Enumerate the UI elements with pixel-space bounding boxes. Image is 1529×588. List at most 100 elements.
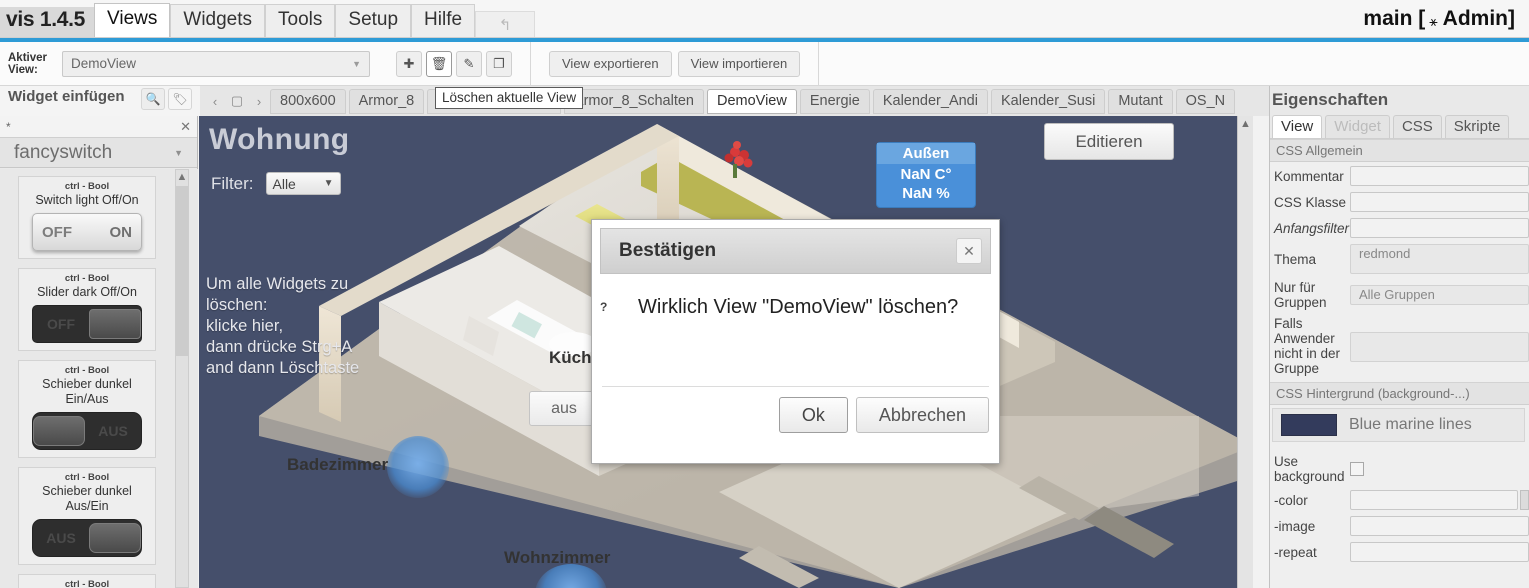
view-tab-demoview[interactable]: DemoView <box>707 88 797 114</box>
tab-view[interactable]: View <box>1272 115 1323 138</box>
user-label-suffix: ] <box>1508 7 1515 30</box>
menu-tab-hilfe[interactable]: Hilfe <box>411 4 476 37</box>
properties-title: Eigenschaften <box>1270 86 1529 113</box>
export-view-button[interactable]: View exportieren <box>549 50 672 77</box>
field-anfangsfilter: Anfangsfilter <box>1274 218 1529 238</box>
ok-button[interactable]: Ok <box>778 397 848 433</box>
field-thema: Thema redmond <box>1274 244 1529 274</box>
view-tab-energie[interactable]: Energie <box>799 88 870 114</box>
active-view-label: Aktiver View: <box>8 51 47 76</box>
section-css-hintergrund: CSS Hintergrund (background-...) <box>1270 382 1529 405</box>
view-tab-800x600[interactable]: 800x600 <box>270 88 346 114</box>
widget-panel-star: * <box>6 119 11 134</box>
field-label: Falls Anwender nicht in der Gruppe <box>1274 316 1341 376</box>
field-use-background: Use background <box>1274 454 1529 484</box>
widget-card[interactable]: ctrl - Bool Wippe dunkel Aus/Ein <box>18 574 156 588</box>
import-view-button[interactable]: View importieren <box>677 50 801 77</box>
widget-card[interactable]: ctrl - Bool Schieber dunkel Aus/Ein AUS <box>18 467 156 565</box>
filter-row: Filter: Alle ▼ <box>211 172 341 195</box>
toggle-state-label: OFF <box>47 316 75 332</box>
aus-button[interactable]: aus <box>529 391 599 426</box>
trash-icon[interactable]: ▢ <box>226 89 248 113</box>
view-tab-kalender-susi[interactable]: Kalender_Susi <box>990 88 1106 114</box>
field-bg-color: -color <box>1274 490 1529 510</box>
canvas-scrollbar[interactable]: ▲ <box>1237 116 1253 588</box>
dialog-titlebar: Bestätigen ✕ <box>600 228 991 274</box>
filter-select[interactable]: Alle ▼ <box>265 172 341 195</box>
widget-name: Schieber dunkel Ein/Aus <box>42 377 132 406</box>
add-view-button[interactable]: ✚ <box>396 50 422 77</box>
chevron-left-icon[interactable]: ‹ <box>204 89 226 113</box>
widget-name: Schieber dunkel Aus/Ein <box>42 484 132 513</box>
cancel-button[interactable]: Abbrechen <box>855 397 989 433</box>
lamp-indicator[interactable] <box>387 436 449 498</box>
field-label: Anfangsfilter <box>1274 220 1350 236</box>
background-preset-row[interactable]: Blue marine lines <box>1272 408 1525 442</box>
delete-view-button[interactable]: 🗑 <box>426 50 452 77</box>
hint-line: Um alle Widgets zu <box>206 275 349 293</box>
widget-card[interactable]: ctrl - Bool Schieber dunkel Ein/Aus AUS <box>18 360 156 458</box>
view-tab-mutant[interactable]: Mutant <box>1108 88 1173 114</box>
view-tab-os-n[interactable]: OS_N <box>1175 88 1236 114</box>
section-css-allgemein: CSS Allgemein <box>1270 139 1529 162</box>
delete-hint-text: Um alle Widgets zu löschen: klicke hier,… <box>206 274 359 379</box>
view-tab-armor8[interactable]: Armor_8 <box>348 88 425 114</box>
tag-icon[interactable]: 🏷 <box>168 88 192 110</box>
outside-weather-badge: Außen NaN C° NaN % <box>876 142 976 208</box>
widget-list-scrollbar[interactable]: ▲ <box>175 169 189 588</box>
view-title: Wohnung <box>209 123 350 156</box>
delete-view-tooltip: Löschen aktuelle View <box>435 87 584 109</box>
duplicate-view-button[interactable]: ❐ <box>486 50 512 77</box>
confirm-dialog: Bestätigen ✕ ? Wirklich View "DemoView" … <box>591 219 1000 464</box>
menu-tab-tools[interactable]: Tools <box>265 4 336 37</box>
dialog-body: ? Wirklich View "DemoView" löschen? <box>592 274 999 386</box>
widget-card[interactable]: ctrl - Bool Switch light Off/On OFF ON <box>18 176 156 259</box>
toggle-on-label: ON <box>109 223 133 241</box>
weather-temperature: NaN C° <box>900 166 952 183</box>
scrollbar-thumb[interactable] <box>176 186 188 356</box>
falls-anwender-select[interactable] <box>1350 332 1529 362</box>
rename-view-button[interactable]: ✎ <box>456 50 482 77</box>
chevron-up-icon[interactable]: ▲ <box>176 170 188 184</box>
widget-card[interactable]: ctrl - Bool Slider dark Off/On OFF <box>18 268 156 351</box>
room-label-wohnzimmer: Wohnzimmer <box>504 548 611 567</box>
undo-icon[interactable]: ↰ <box>475 11 536 37</box>
widget-list[interactable]: ctrl - Bool Switch light Off/On OFF ON c… <box>0 169 198 588</box>
menu-tab-widgets[interactable]: Widgets <box>170 4 266 37</box>
thema-select[interactable]: redmond <box>1350 244 1529 274</box>
chevron-right-icon[interactable]: › <box>248 89 270 113</box>
active-view-select[interactable]: DemoView ▼ <box>62 50 370 77</box>
search-icon[interactable]: 🔍 <box>141 88 165 110</box>
close-icon[interactable]: ✕ <box>956 238 982 264</box>
tab-css[interactable]: CSS <box>1392 115 1442 138</box>
dialog-title: Bestätigen <box>619 240 717 261</box>
field-label: -image <box>1274 518 1316 534</box>
menu-tab-views[interactable]: Views <box>94 3 171 37</box>
css-klasse-input[interactable] <box>1350 192 1529 212</box>
close-icon[interactable]: ✕ <box>180 119 191 135</box>
tab-skripte[interactable]: Skripte <box>1444 115 1510 138</box>
field-label: -color <box>1274 492 1308 508</box>
menu-tab-setup[interactable]: Setup <box>335 4 412 37</box>
properties-fields: Kommentar CSS Klasse Anfangsfilter Thema… <box>1270 162 1529 376</box>
widget-set-select[interactable]: fancyswitch ▼ <box>0 138 197 168</box>
widget-kind: ctrl - Bool <box>64 365 110 376</box>
bg-image-input[interactable] <box>1350 516 1529 536</box>
use-background-checkbox[interactable] <box>1350 462 1364 476</box>
background-fields: Use background -color -image -repeat <box>1270 450 1529 562</box>
chevron-up-icon[interactable]: ▲ <box>1238 116 1253 132</box>
field-nur-fuer-gruppen: Nur für Gruppen Alle Gruppen <box>1274 280 1529 310</box>
view-tab-kalender-andi[interactable]: Kalender_Andi <box>872 88 988 114</box>
chevron-down-icon: ▼ <box>352 58 361 69</box>
view-tab-armor8-schalten[interactable]: Armor_8_Schalten <box>563 88 704 114</box>
kommentar-input[interactable] <box>1350 166 1529 186</box>
bg-color-input[interactable] <box>1350 490 1518 510</box>
view-toolbar: Aktiver View: DemoView ▼ ✚ 🗑 ✎ ❐ View ex… <box>0 41 1529 86</box>
field-bg-image: -image <box>1274 516 1529 536</box>
user-icon: ⚹ <box>1429 13 1438 29</box>
edit-button[interactable]: Editieren <box>1044 123 1174 160</box>
gruppen-select[interactable]: Alle Gruppen <box>1350 285 1529 305</box>
anfangsfilter-input[interactable] <box>1350 218 1529 238</box>
color-picker-button[interactable] <box>1520 490 1529 510</box>
bg-repeat-input[interactable] <box>1350 542 1529 562</box>
